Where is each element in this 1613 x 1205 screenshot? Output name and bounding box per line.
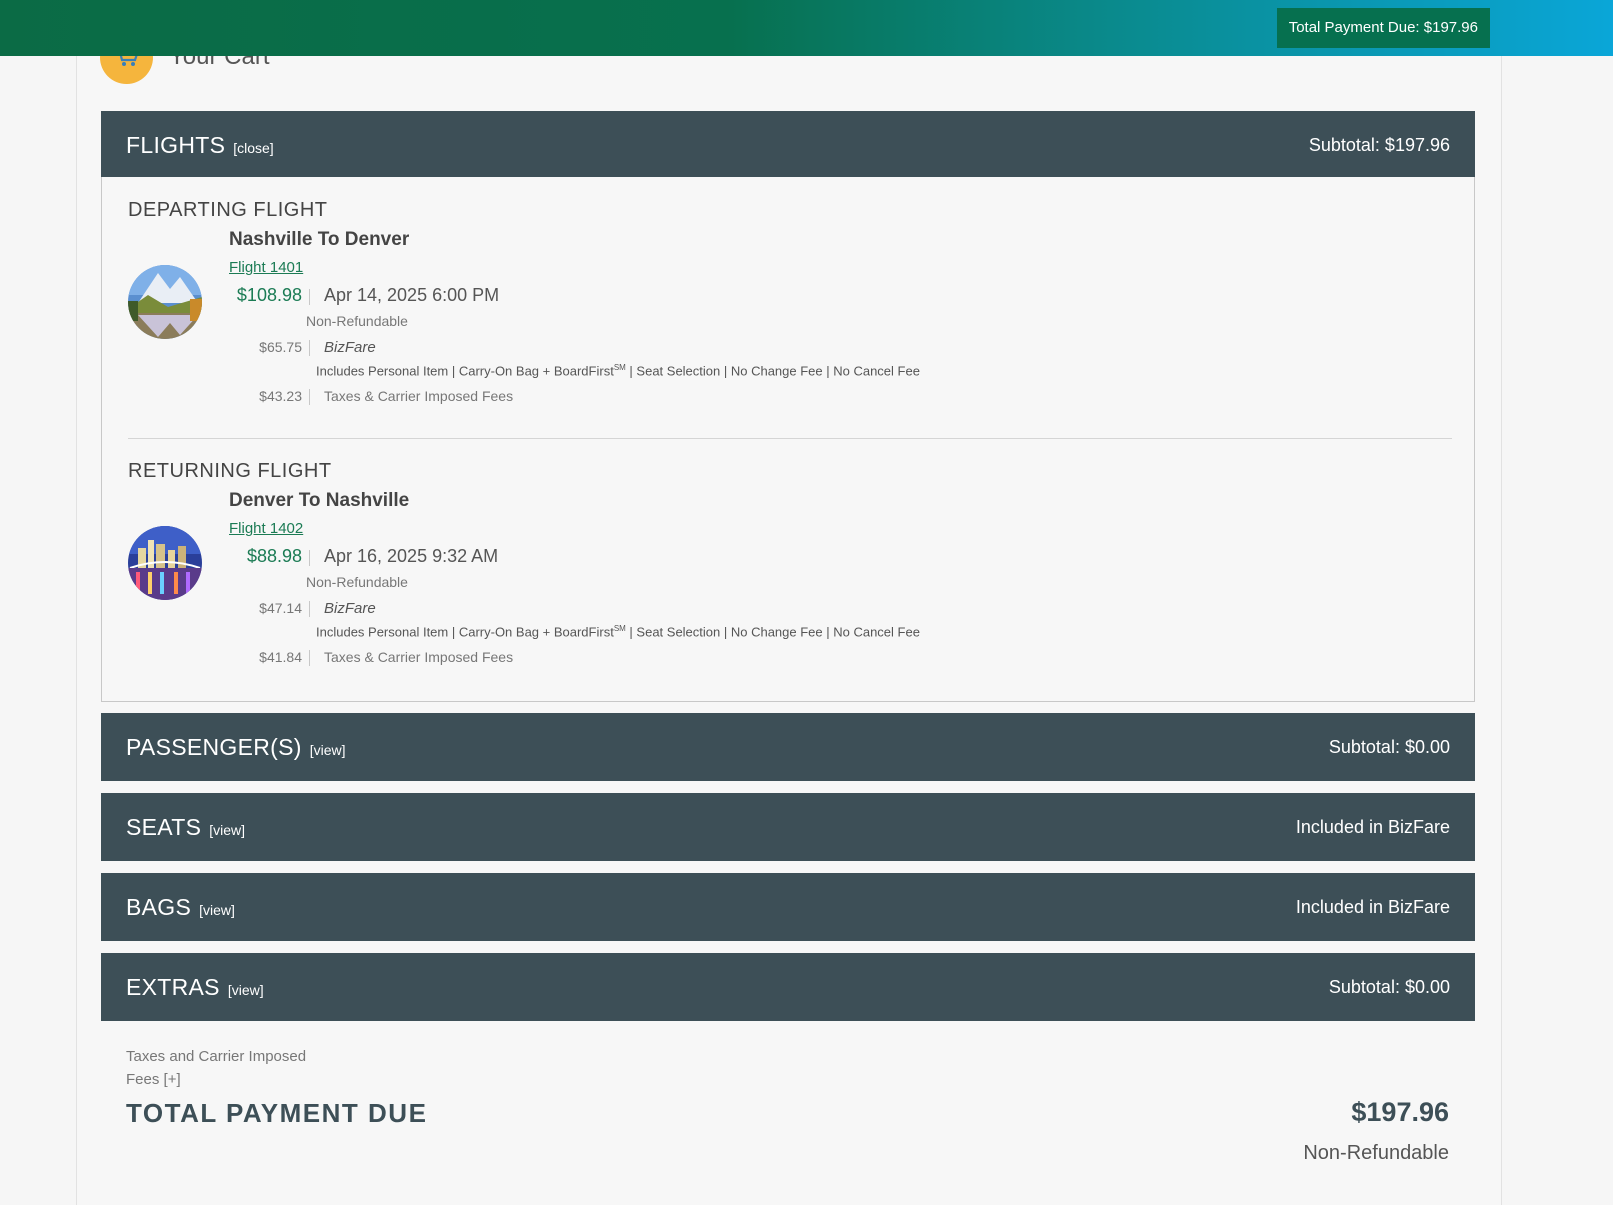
passengers-subtotal: Subtotal: $0.00	[1328, 736, 1450, 757]
taxes-fees-label: Taxes and Carrier Imposed	[126, 1048, 307, 1065]
top-header-bar: Total Payment Due: $197.96	[0, 0, 1613, 56]
seats-included-note: Included in BizFare	[1295, 816, 1450, 837]
returning-refund-policy: Non-Refundable	[306, 574, 408, 590]
flights-details: DEPARTING FLIGHT Nashville To Denver Fli…	[101, 177, 1475, 702]
fees-word: Fees	[126, 1071, 160, 1088]
returning-taxes-amount: $41.84	[259, 649, 302, 665]
returning-datetime: Apr 16, 2025 9:32 AM	[324, 546, 499, 566]
bags-view-toggle[interactable]: [view]	[199, 902, 235, 918]
departing-price: $108.98	[236, 285, 302, 305]
passengers-section-title: PASSENGER(S)	[126, 733, 302, 760]
departing-datetime: Apr 14, 2025 6:00 PM	[324, 285, 500, 305]
extras-view-toggle[interactable]: [view]	[228, 982, 264, 998]
returning-flight-heading: RETURNING FLIGHT	[128, 460, 332, 482]
returning-includes-rest: | Seat Selection | No Change Fee | No Ca…	[625, 624, 920, 640]
city-photo-graphic	[128, 526, 202, 600]
returning-fare-amount: $47.14	[259, 600, 302, 616]
returning-includes: Includes Personal Item | Carry-On Bag + …	[316, 624, 920, 639]
passengers-section-header[interactable]: PASSENGER(S) [view] Subtotal: $0.00	[101, 713, 1475, 781]
extras-section-header[interactable]: EXTRAS [view] Subtotal: $0.00	[101, 953, 1475, 1021]
returning-flight-number-link[interactable]: Flight 1402	[229, 520, 303, 537]
city-skyline-photo-icon	[128, 526, 202, 600]
flight-separator	[128, 438, 1452, 439]
total-payment-label: TOTAL PAYMENT DUE	[126, 1098, 428, 1128]
departing-includes: Includes Personal Item | Carry-On Bag + …	[316, 363, 920, 378]
departing-includes-rest: | Seat Selection | No Change Fee | No Ca…	[625, 363, 920, 379]
departing-taxes-amount: $43.23	[259, 388, 302, 404]
mountain-photo-icon	[128, 265, 202, 339]
total-refund-policy: Non-Refundable	[1303, 1142, 1449, 1164]
divider	[309, 650, 310, 666]
flights-close-toggle[interactable]: [close]	[233, 140, 273, 156]
seats-view-toggle[interactable]: [view]	[209, 822, 245, 838]
extras-subtotal: Subtotal: $0.00	[1328, 976, 1450, 997]
returning-fare-name: BizFare	[324, 600, 376, 617]
seats-section-title: SEATS	[126, 813, 202, 840]
departing-fare-amount: $65.75	[259, 339, 302, 355]
total-payment-amount: $197.96	[1351, 1097, 1449, 1127]
flights-section-title: FLIGHTS	[126, 131, 226, 158]
returning-includes-text: Includes Personal Item | Carry-On Bag + …	[316, 624, 614, 640]
bags-section-title: BAGS	[126, 893, 192, 920]
divider	[309, 389, 310, 405]
departing-taxes-label: Taxes & Carrier Imposed Fees	[324, 388, 514, 404]
seats-section-header[interactable]: SEATS [view] Included in BizFare	[101, 793, 1475, 861]
bags-included-note: Included in BizFare	[1295, 896, 1450, 917]
divider	[309, 289, 310, 305]
extras-section-title: EXTRAS	[126, 973, 220, 1000]
flights-subtotal: Subtotal: $197.96	[1308, 134, 1450, 155]
taxes-fees-label-line2: Fees [+]	[126, 1068, 346, 1091]
total-payment-badge: Total Payment Due: $197.96	[1276, 8, 1490, 48]
returning-taxes-label: Taxes & Carrier Imposed Fees	[324, 649, 514, 665]
returning-route: Denver To Nashville	[229, 490, 410, 511]
departing-route: Nashville To Denver	[229, 229, 410, 250]
service-mark: SM	[613, 363, 626, 372]
departing-flight-number-link[interactable]: Flight 1401	[229, 259, 303, 276]
departing-flight-heading: DEPARTING FLIGHT	[128, 199, 328, 221]
divider	[309, 340, 310, 356]
service-mark: SM	[613, 624, 626, 633]
departing-fare-name: BizFare	[324, 339, 376, 356]
returning-price: $88.98	[246, 546, 302, 566]
flights-section-header[interactable]: FLIGHTS [close] Subtotal: $197.96	[101, 111, 1475, 179]
departing-includes-text: Includes Personal Item | Carry-On Bag + …	[316, 363, 614, 379]
divider	[309, 601, 310, 617]
departing-refund-policy: Non-Refundable	[306, 313, 408, 329]
divider	[309, 550, 310, 566]
passengers-view-toggle[interactable]: [view]	[310, 742, 346, 758]
mountain-photo-graphic	[128, 265, 202, 339]
taxes-fees-summary: Taxes and Carrier Imposed Fees [+]	[126, 1045, 346, 1091]
fees-expand-toggle[interactable]: [+]	[164, 1071, 181, 1088]
bags-section-header[interactable]: BAGS [view] Included in BizFare	[101, 873, 1475, 941]
